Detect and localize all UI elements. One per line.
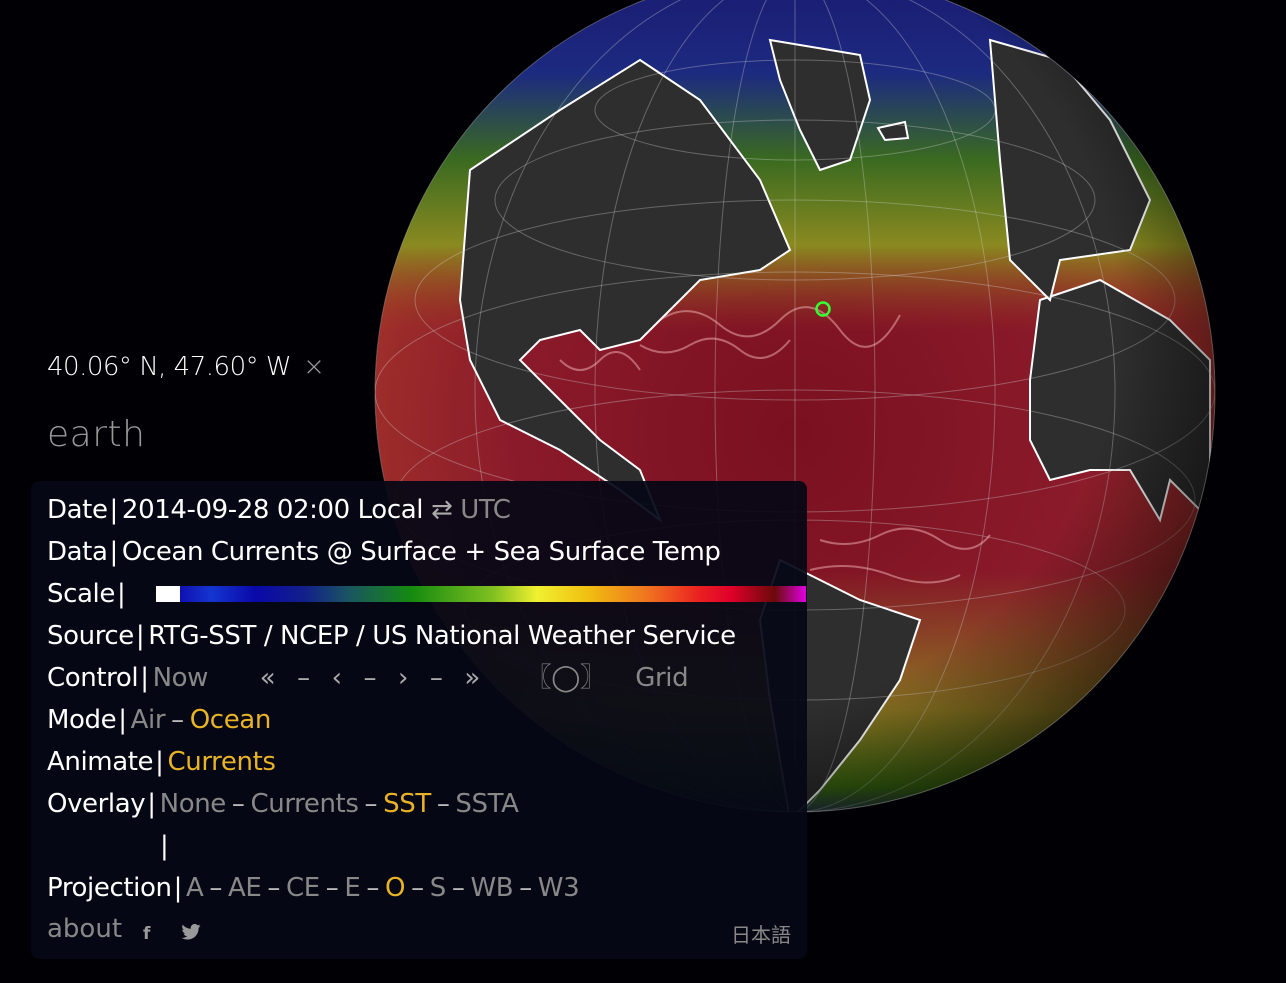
utc-toggle[interactable]: UTC: [460, 495, 511, 525]
settings-menu: Date| 2014-09-28 02:00 Local ⇄ UTC Data| O…: [31, 481, 807, 959]
separator: |: [118, 705, 127, 735]
forward-fast-button[interactable]: »: [464, 663, 480, 693]
scale-row: Scale|: [47, 577, 807, 611]
about-link[interactable]: about: [47, 914, 122, 944]
overlay-sst[interactable]: SST: [383, 789, 431, 819]
overlay-row: Overlay| None – Currents – SST – SSTA: [47, 787, 519, 821]
dash: –: [325, 873, 339, 903]
dash: –: [436, 789, 450, 819]
separator: |: [116, 579, 126, 609]
mode-ocean[interactable]: Ocean: [190, 705, 272, 735]
dash: –: [209, 873, 222, 903]
mode-air[interactable]: Air: [131, 705, 166, 735]
scale-gradient[interactable]: [180, 586, 806, 602]
back-fast-button[interactable]: «: [260, 663, 276, 693]
data-value: Ocean Currents @ Surface + Sea Surface T…: [121, 537, 721, 567]
overlay-none[interactable]: None: [160, 789, 227, 819]
language-link[interactable]: 日本語: [731, 919, 791, 948]
separator: |: [173, 873, 183, 903]
projection-label: Projection: [47, 873, 172, 903]
date-label: Date: [47, 495, 108, 525]
mode-row: Mode| Air – Ocean: [47, 703, 271, 737]
scale-unit-swatch[interactable]: [156, 586, 180, 602]
timezone-toggle-icon[interactable]: ⇄: [431, 495, 453, 525]
separator: |: [160, 831, 169, 861]
animate-row: Animate| Currents: [47, 745, 276, 779]
close-icon[interactable]: ×: [303, 352, 325, 382]
source-row: Source| RTG-SST / NCEP / US National Weat…: [47, 619, 736, 653]
separator: |: [147, 789, 156, 819]
dash: –: [297, 663, 310, 693]
mode-label: Mode: [47, 705, 117, 735]
control-row: Control| Now « – ‹ – › – » 〖◯〗 Grid: [47, 661, 689, 695]
source-label: Source: [47, 621, 134, 651]
dash: –: [519, 873, 532, 903]
separator: |: [109, 537, 118, 567]
separator: |: [109, 495, 119, 525]
control-label: Control: [47, 663, 139, 693]
back-button[interactable]: ‹: [332, 663, 342, 693]
animate-currents[interactable]: Currents: [168, 747, 276, 777]
grid-toggle[interactable]: Grid: [635, 663, 688, 693]
dash: –: [411, 873, 424, 903]
data-label: Data: [47, 537, 108, 567]
projection-wb[interactable]: WB: [470, 873, 513, 903]
twitter-bird-icon: [181, 923, 201, 940]
projection-w3[interactable]: W3: [538, 873, 580, 903]
separator: |: [140, 663, 149, 693]
projection-ae[interactable]: AE: [228, 873, 262, 903]
projection-row: Projection| A – AE – CE – E – O – S – WB – W3: [47, 871, 580, 905]
data-row: Data| Ocean Currents @ Surface + Sea Surf…: [47, 535, 721, 569]
projection-a[interactable]: A: [186, 873, 204, 903]
dash: –: [451, 873, 465, 903]
date-value[interactable]: 2014-09-28 02:00 Local: [122, 495, 424, 525]
app-title[interactable]: earth: [47, 414, 145, 455]
separator: |: [135, 621, 145, 651]
twitter-icon[interactable]: [181, 923, 201, 945]
separator: |: [155, 747, 164, 777]
dash: –: [366, 873, 380, 903]
forward-button[interactable]: ›: [398, 663, 408, 693]
animate-label: Animate: [47, 747, 154, 777]
dash: –: [267, 873, 280, 903]
overlay-continuation-row: |: [158, 829, 172, 863]
overlay-currents[interactable]: Currents: [251, 789, 359, 819]
source-value: RTG-SST / NCEP / US National Weather Ser…: [148, 621, 736, 651]
color-scale-bar[interactable]: [156, 586, 806, 602]
location-readout: 40.06° N, 47.60° W ×: [47, 352, 325, 382]
projection-e[interactable]: E: [344, 873, 360, 903]
dash: –: [429, 663, 443, 693]
date-row: Date| 2014-09-28 02:00 Local ⇄ UTC: [47, 493, 511, 527]
overlay-ssta[interactable]: SSTA: [455, 789, 518, 819]
dash: –: [364, 789, 378, 819]
dash: –: [171, 705, 184, 735]
dash: –: [231, 789, 245, 819]
dash: –: [363, 663, 377, 693]
projection-s[interactable]: S: [430, 873, 447, 903]
overlay-label: Overlay: [47, 789, 146, 819]
coordinates-text: 40.06° N, 47.60° W: [47, 352, 292, 382]
projection-o[interactable]: O: [385, 873, 405, 903]
orientation-button[interactable]: 〖◯〗: [526, 663, 606, 693]
projection-ce[interactable]: CE: [286, 873, 320, 903]
scale-label: Scale: [47, 579, 115, 609]
facebook-icon[interactable]: f: [143, 924, 150, 944]
now-button[interactable]: Now: [153, 663, 209, 693]
